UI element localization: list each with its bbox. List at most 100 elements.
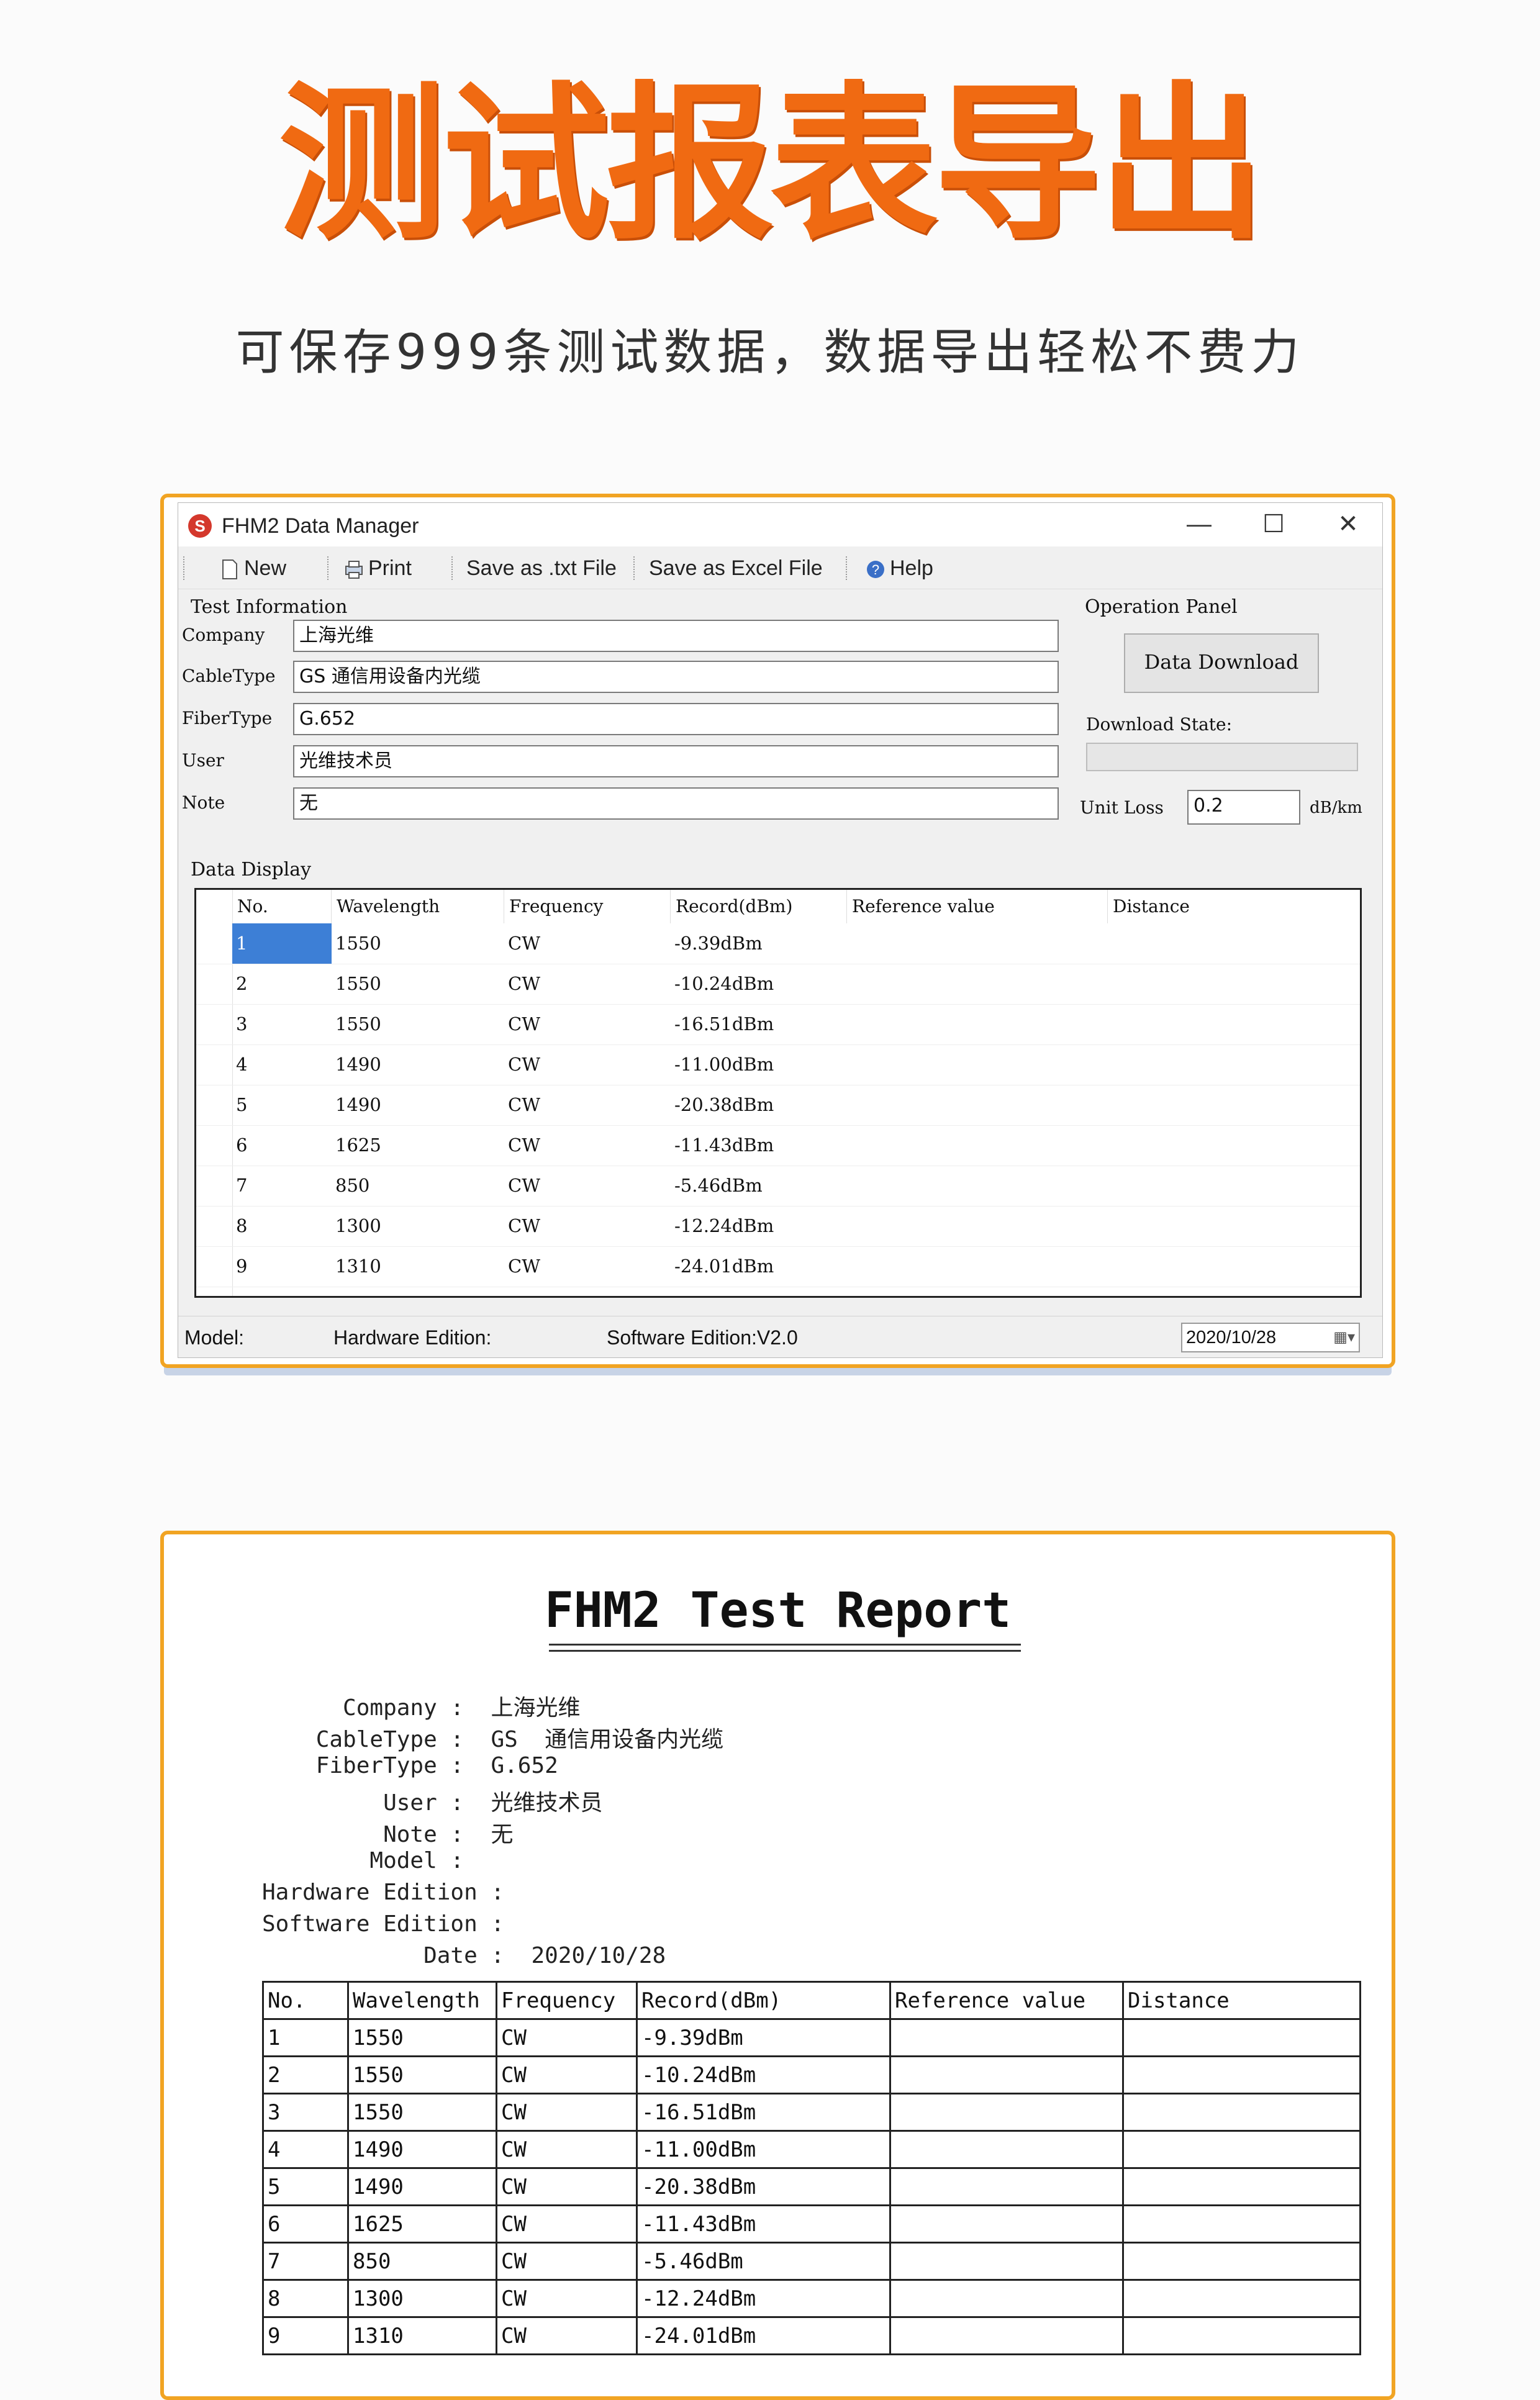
user-field[interactable]: 光维技术员 <box>293 745 1059 777</box>
report-cell: -20.38dBm <box>636 2167 891 2206</box>
grid-cell[interactable] <box>1108 1246 1360 1287</box>
column-header-reference[interactable]: Reference value <box>847 890 1108 923</box>
column-header-record[interactable]: Record(dBm) <box>671 890 847 923</box>
grid-cell[interactable]: 1310 <box>332 1246 504 1287</box>
grid-cell[interactable] <box>847 1085 1108 1125</box>
grid-row[interactable]: 6 1625 CW -11.43dBm <box>196 1125 1360 1166</box>
grid-cell[interactable]: 8 <box>232 1206 332 1246</box>
grid-cell[interactable]: -10.24dBm <box>671 964 847 1004</box>
fibertype-field[interactable]: G.652 <box>293 703 1059 735</box>
grid-cell[interactable]: -12.24dBm <box>671 1206 847 1246</box>
grid-cell[interactable]: CW <box>504 923 671 964</box>
grid-cell[interactable]: -11.43dBm <box>671 1125 847 1166</box>
grid-cell[interactable]: 1300 <box>332 1206 504 1246</box>
save-excel-button[interactable]: Save as Excel File <box>645 554 827 582</box>
grid-cell[interactable]: -16.51dBm <box>671 1004 847 1044</box>
grid-cell[interactable]: 1625 <box>332 1125 504 1166</box>
report-info-line: User : 光维技术员 <box>262 1790 603 1816</box>
grid-cell[interactable]: 6 <box>232 1125 332 1166</box>
new-button[interactable]: New <box>215 554 290 582</box>
report-cell <box>889 2242 1124 2281</box>
grid-row[interactable]: 2 1550 CW -10.24dBm <box>196 964 1360 1005</box>
grid-cell[interactable] <box>847 1004 1108 1044</box>
column-header-wavelength[interactable]: Wavelength <box>332 890 504 923</box>
help-button[interactable]: ? Help <box>861 554 937 582</box>
grid-cell[interactable]: -11.00dBm <box>671 1044 847 1085</box>
grid-cell[interactable]: 2 <box>232 964 332 1004</box>
date-picker[interactable]: 2020/10/28 ▦▾ <box>1181 1323 1360 1352</box>
report-cell: CW <box>496 2055 638 2094</box>
calendar-dropdown-icon[interactable]: ▦▾ <box>1333 1324 1355 1351</box>
grid-cell[interactable]: 1490 <box>332 1044 504 1085</box>
grid-cell[interactable]: 1550 <box>332 964 504 1004</box>
grid-cell[interactable]: CW <box>504 1085 671 1125</box>
grid-row[interactable]: 1 1550 CW -9.39dBm <box>196 923 1360 964</box>
report-info-line: CableType : GS 通信用设备内光缆 <box>262 1727 724 1752</box>
data-download-button[interactable]: Data Download <box>1124 633 1319 693</box>
grid-cell[interactable]: CW <box>504 1125 671 1166</box>
grid-cell[interactable]: -9.39dBm <box>671 923 847 964</box>
grid-cell[interactable]: 3 <box>232 1004 332 1044</box>
grid-cell[interactable]: CW <box>504 1206 671 1246</box>
grid-cell[interactable] <box>1108 1166 1360 1206</box>
grid-cell[interactable]: 9 <box>232 1246 332 1287</box>
grid-row[interactable]: 8 1300 CW -12.24dBm <box>196 1206 1360 1247</box>
note-field[interactable]: 无 <box>293 787 1059 820</box>
grid-cell[interactable]: CW <box>504 1166 671 1206</box>
column-header-no[interactable]: No. <box>232 890 332 923</box>
grid-cell[interactable] <box>1108 1004 1360 1044</box>
report-cell: -9.39dBm <box>636 2018 891 2057</box>
grid-cell[interactable] <box>1108 1085 1360 1125</box>
toolbar-separator <box>327 556 330 580</box>
grid-cell[interactable]: -20.38dBm <box>671 1085 847 1125</box>
model-status: Model: <box>184 1326 245 1349</box>
grid-cell[interactable]: 4 <box>232 1044 332 1085</box>
grid-cell[interactable] <box>1108 1044 1360 1085</box>
grid-cell[interactable]: 1550 <box>332 1004 504 1044</box>
grid-cell[interactable]: CW <box>504 964 671 1004</box>
maximize-button[interactable]: ☐ <box>1239 507 1308 541</box>
save-txt-button[interactable]: Save as .txt File <box>463 554 620 582</box>
grid-cell[interactable]: 1490 <box>332 1085 504 1125</box>
grid-cell[interactable]: CW <box>504 1044 671 1085</box>
title-bar[interactable]: S FHM2 Data Manager — ☐ ✕ <box>178 503 1382 546</box>
report-cell <box>889 2093 1124 2132</box>
report-cell: 7 <box>262 2242 349 2281</box>
column-header-frequency[interactable]: Frequency <box>504 890 671 923</box>
close-button[interactable]: ✕ <box>1314 507 1382 541</box>
grid-cell[interactable] <box>847 964 1108 1004</box>
print-button[interactable]: Print <box>340 554 415 582</box>
grid-cell[interactable] <box>1108 964 1360 1004</box>
grid-cell[interactable] <box>847 923 1108 964</box>
report-row: 4 1490 CW -11.00dBm <box>262 2130 1361 2169</box>
grid-cell[interactable] <box>1108 1125 1360 1166</box>
grid-cell[interactable] <box>847 1206 1108 1246</box>
grid-cell[interactable]: 5 <box>232 1085 332 1125</box>
grid-row[interactable]: 3 1550 CW -16.51dBm <box>196 1004 1360 1045</box>
grid-cell[interactable]: 850 <box>332 1166 504 1206</box>
report-row: 9 1310 CW -24.01dBm <box>262 2316 1361 2355</box>
grid-cell[interactable] <box>1108 923 1360 964</box>
minimize-button[interactable]: — <box>1165 507 1233 541</box>
cabletype-field[interactable]: GS 通信用设备内光缆 <box>293 661 1059 693</box>
grid-row[interactable]: 9 1310 CW -24.01dBm <box>196 1246 1360 1287</box>
grid-cell[interactable]: -24.01dBm <box>671 1246 847 1287</box>
grid-cell[interactable]: 7 <box>232 1166 332 1206</box>
grid-row[interactable]: 5 1490 CW -20.38dBm <box>196 1085 1360 1126</box>
grid-cell[interactable] <box>847 1125 1108 1166</box>
grid-cell[interactable]: CW <box>504 1004 671 1044</box>
grid-cell[interactable]: 1 <box>232 923 332 964</box>
data-grid[interactable]: No. Wavelength Frequency Record(dBm) Ref… <box>194 888 1362 1298</box>
grid-cell[interactable] <box>847 1044 1108 1085</box>
unit-loss-input[interactable]: 0.2 <box>1187 790 1300 825</box>
grid-cell[interactable] <box>1108 1206 1360 1246</box>
grid-cell[interactable]: -5.46dBm <box>671 1166 847 1206</box>
grid-row[interactable]: 4 1490 CW -11.00dBm <box>196 1044 1360 1085</box>
grid-cell[interactable]: CW <box>504 1246 671 1287</box>
column-header-distance[interactable]: Distance <box>1108 890 1360 923</box>
grid-cell[interactable]: 1550 <box>332 923 504 964</box>
grid-cell[interactable] <box>847 1166 1108 1206</box>
company-field[interactable]: 上海光维 <box>293 620 1059 652</box>
grid-cell[interactable] <box>847 1246 1108 1287</box>
grid-row[interactable]: 7 850 CW -5.46dBm <box>196 1166 1360 1207</box>
